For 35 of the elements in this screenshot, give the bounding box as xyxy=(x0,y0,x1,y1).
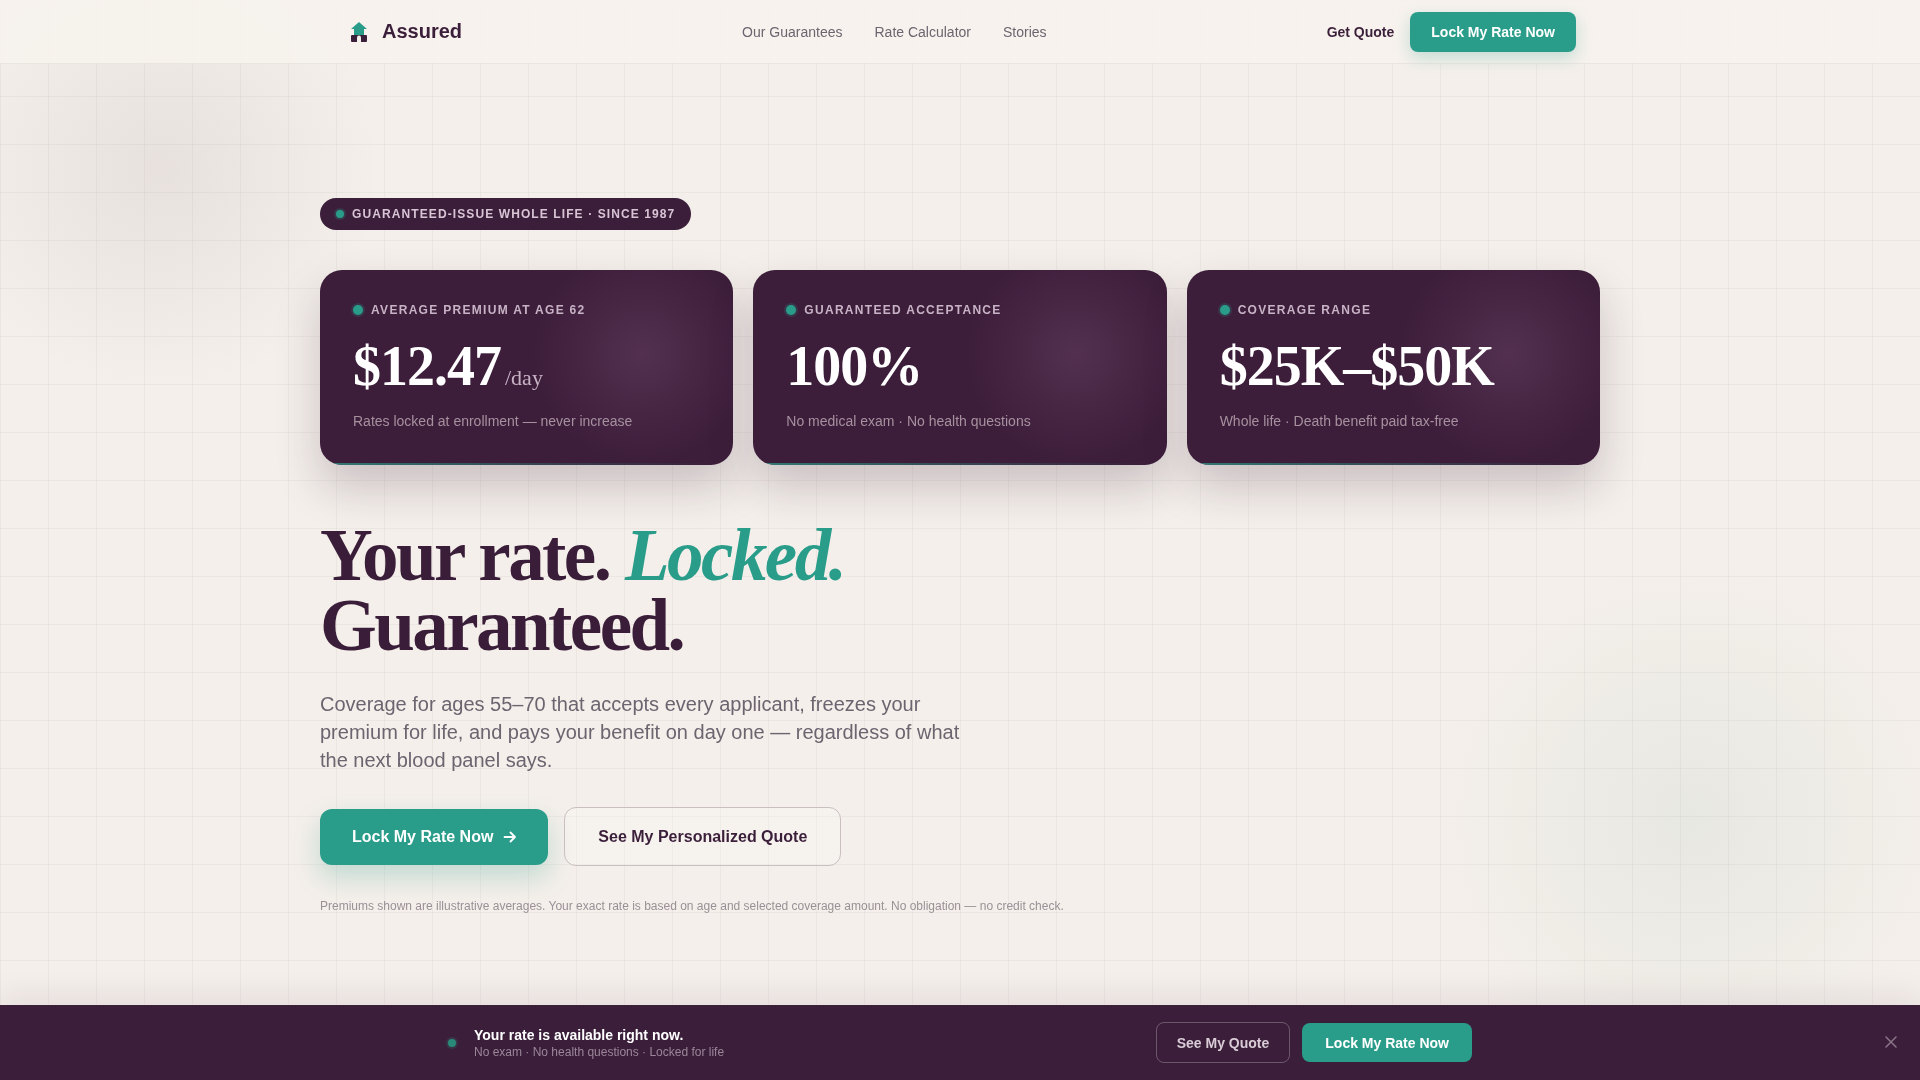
quote-button[interactable]: See My Personalized Quote xyxy=(564,807,842,866)
stat-value: $12.47 xyxy=(353,338,501,394)
stat-note: Whole life · Death benefit paid tax-free xyxy=(1219,412,1460,431)
bar-title: Your rate is available right now. xyxy=(474,1025,685,1044)
nav-link[interactable]: Rate Calculator xyxy=(874,23,971,40)
get-quote-link[interactable]: Get Quote xyxy=(1326,23,1395,40)
dot-icon xyxy=(786,305,797,315)
bar-subtitle: No exam · No health questions · Locked for life xyxy=(474,1043,725,1060)
lock-rate-button[interactable]: Lock My Rate Now xyxy=(1410,11,1576,52)
stat-label: GUARANTEED ACCEPTANCE xyxy=(804,303,1002,317)
lock-rate-button[interactable]: Lock My Rate Now xyxy=(320,808,549,865)
close-icon xyxy=(1885,1036,1897,1048)
house-icon xyxy=(350,20,368,43)
stat-note: No medical exam · No health questions xyxy=(786,412,1032,431)
stat-value: $25K–$50K xyxy=(1219,338,1494,394)
dot-icon xyxy=(336,210,344,218)
eyebrow-text: GUARANTEED-ISSUE WHOLE LIFE · SINCE 1987 xyxy=(352,207,676,221)
hero-description: Coverage for ages 55–70 that accepts every applicant, freezes your premium for life, and pays your benefit on day one — regardless of what the next blood panel says. xyxy=(320,692,961,773)
nav-link[interactable]: Our Guarantees xyxy=(742,23,843,40)
stat-label: COVERAGE RANGE xyxy=(1237,303,1372,317)
dot-icon xyxy=(353,305,363,315)
dot-icon xyxy=(1219,305,1230,315)
brand-link[interactable]: Assured xyxy=(350,20,463,43)
dot-icon xyxy=(448,1038,456,1047)
stat-note: Rates locked at enrollment — never increase xyxy=(353,412,634,431)
lock-rate-button[interactable]: Lock My Rate Now xyxy=(1302,1023,1472,1062)
arrow-right-icon xyxy=(503,829,518,844)
stat-unit: /day xyxy=(505,365,543,391)
nav-link[interactable]: Stories xyxy=(1003,23,1047,40)
close-button[interactable] xyxy=(1885,1036,1897,1048)
hero-headline: Your rate. Locked. Guaranteed. xyxy=(320,521,846,661)
disclaimer-text: Premiums shown are illustrative averages. Your exact rate is based on age and selected coverage amount. No obligation — no credit check. xyxy=(320,898,1065,914)
stat-label: AVERAGE PREMIUM AT AGE 62 xyxy=(371,303,586,317)
quote-button[interactable]: See My Quote xyxy=(1155,1022,1291,1063)
stat-value: 100% xyxy=(786,338,923,394)
